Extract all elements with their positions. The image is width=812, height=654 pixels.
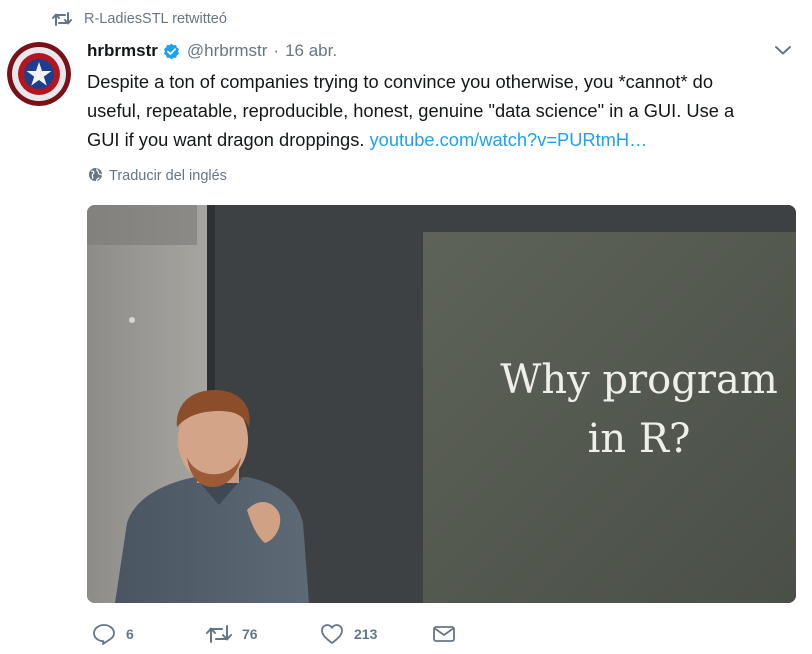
reply-count: 6 [126, 626, 134, 642]
header-separator: · [273, 41, 280, 60]
tweet-text-line: GUI if you want dragon droppings. youtub… [87, 125, 799, 154]
retweet-context-label[interactable]: R-LadiesSTL retwitteó [84, 11, 227, 27]
retweet-action-icon [206, 624, 232, 644]
tweet-date[interactable]: 16 abr. [285, 41, 337, 61]
media-thumbnail[interactable]: Why program in R? [87, 205, 796, 603]
envelope-icon [432, 624, 456, 644]
retweet-icon [52, 11, 72, 27]
translate-button[interactable]: Traducir del inglés [88, 166, 227, 186]
tweet-text-line: Despite a ton of companies trying to con… [87, 71, 713, 92]
tweet-text-segment: GUI if you want dragon droppings. [87, 129, 370, 150]
more-options-chevron-icon[interactable] [774, 43, 792, 61]
author-name[interactable]: hrbrmstr [87, 41, 158, 61]
tweet-header: hrbrmstr @hrbrmstr · 16 abr. [87, 39, 337, 63]
reply-icon [92, 623, 116, 645]
like-count: 213 [354, 626, 378, 642]
verified-badge-icon [163, 43, 180, 60]
globe-icon [88, 167, 103, 186]
author-handle[interactable]: @hrbrmstr [187, 41, 268, 61]
avatar[interactable] [7, 42, 71, 106]
tweet-text-line: useful, repeatable, reproducible, honest… [87, 100, 735, 121]
reply-button[interactable]: 6 [92, 623, 206, 645]
tweet-link[interactable]: youtube.com/watch?v=PURtmH… [370, 129, 648, 150]
retweet-button[interactable]: 76 [206, 624, 320, 644]
slide-text-line-1: Why program [500, 357, 778, 403]
retweet-context[interactable]: R-LadiesSTL retwitteó [52, 8, 227, 30]
tweet-text: Despite a ton of companies trying to con… [87, 67, 799, 154]
tweet-actions: 6 76 213 [92, 621, 456, 647]
retweet-count: 76 [242, 626, 258, 642]
direct-message-button[interactable] [432, 624, 456, 644]
slide-text-line-2: in R? [588, 416, 691, 462]
like-button[interactable]: 213 [320, 623, 432, 645]
translate-label[interactable]: Traducir del inglés [109, 168, 227, 184]
heart-icon [320, 623, 344, 645]
